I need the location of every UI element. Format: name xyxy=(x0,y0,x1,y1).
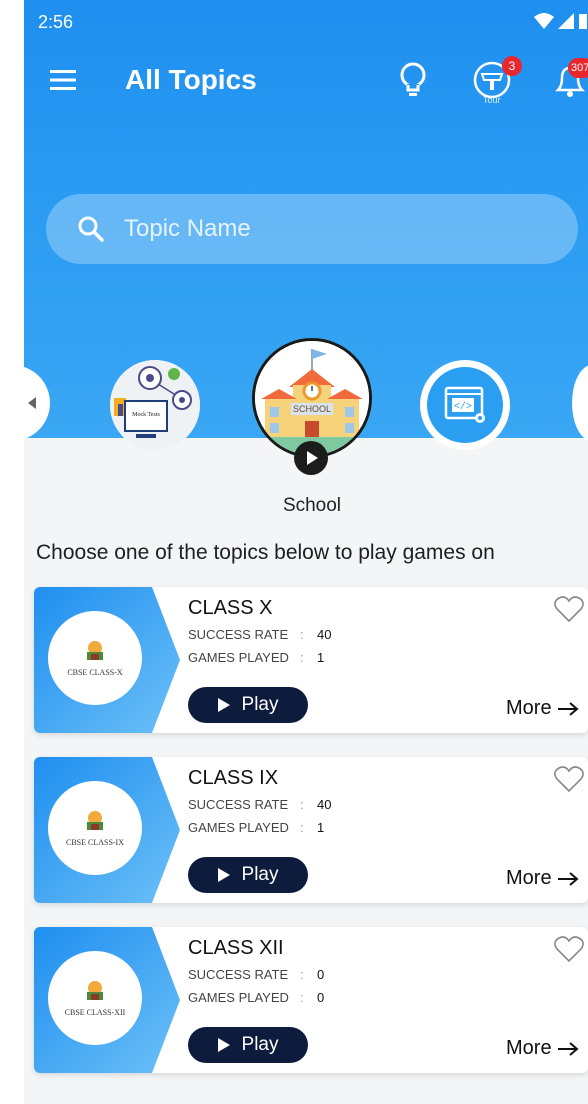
category-school[interactable]: SCHOOL xyxy=(252,338,372,458)
arrow-right-icon xyxy=(558,1041,579,1056)
more-label: More xyxy=(506,697,552,719)
code-icon: </> xyxy=(427,367,503,443)
stat-separator: : xyxy=(300,967,304,982)
menu-icon[interactable] xyxy=(50,70,76,90)
notification-badge: 307 xyxy=(568,58,588,78)
play-label: Play xyxy=(241,864,279,885)
topic-card[interactable]: CBSE CLASS-IX CLASS IX SUCCESS RATE : 40… xyxy=(34,757,588,903)
cbse-emblem-icon xyxy=(87,640,103,660)
mock-tests-icon: Mock Tests xyxy=(110,360,200,450)
more-label: More xyxy=(506,1037,552,1059)
topic-title: CLASS X xyxy=(188,597,273,619)
search-input[interactable] xyxy=(124,208,544,250)
category-mock-tests[interactable]: Mock Tests xyxy=(110,360,200,450)
play-button[interactable]: Play xyxy=(188,1027,308,1063)
school-sign: SCHOOL xyxy=(293,404,331,414)
category-coding[interactable]: </> xyxy=(420,360,510,450)
school-building-icon: SCHOOL xyxy=(255,341,369,455)
success-rate-label: SUCCESS RATE xyxy=(188,627,289,642)
play-category-button[interactable] xyxy=(294,441,328,475)
mock-tests-caption: Mock Tests xyxy=(132,412,160,418)
games-played-label: GAMES PLAYED xyxy=(188,990,289,1005)
topic-title: CLASS IX xyxy=(188,767,279,789)
stat-separator: : xyxy=(300,990,304,1005)
svg-text:</>: </> xyxy=(454,401,472,413)
signal-icon xyxy=(558,13,574,29)
instructions-text: Choose one of the topics below to play g… xyxy=(36,541,495,564)
success-rate-value: 0 xyxy=(317,967,325,982)
games-played-value: 0 xyxy=(317,990,325,1005)
play-icon xyxy=(217,868,230,882)
more-label: More xyxy=(506,867,552,889)
play-button[interactable]: Play xyxy=(188,857,308,893)
search-icon xyxy=(78,216,104,242)
tour-label: Tour xyxy=(483,95,501,105)
play-icon xyxy=(307,451,318,465)
topic-card[interactable]: CBSE CLASS-XII CLASS XII SUCCESS RATE : … xyxy=(34,927,588,1073)
success-rate-label: SUCCESS RATE xyxy=(188,967,289,982)
selected-category-label: School xyxy=(282,495,342,516)
wifi-icon xyxy=(534,13,554,29)
play-label: Play xyxy=(241,694,279,715)
thumb-caption: CBSE CLASS-XII xyxy=(64,1007,126,1017)
success-rate-value: 40 xyxy=(317,797,332,812)
stat-separator: : xyxy=(300,650,304,665)
cbse-logo: CBSE CLASS-IX xyxy=(48,781,142,875)
play-label: Play xyxy=(241,1034,279,1055)
topic-card[interactable]: CBSE CLASS-X CLASS X SUCCESS RATE : 40 G… xyxy=(34,587,588,733)
cbse-emblem-icon xyxy=(87,980,103,1000)
tour-badge: 3 xyxy=(502,56,522,76)
cbse-logo: CBSE CLASS-XII xyxy=(48,951,142,1045)
play-icon xyxy=(217,698,230,712)
games-played-label: GAMES PLAYED xyxy=(188,650,289,665)
more-link[interactable]: More xyxy=(506,867,579,890)
games-played-value: 1 xyxy=(317,650,325,665)
stat-separator: : xyxy=(300,627,304,642)
success-rate-value: 40 xyxy=(317,627,332,642)
thumb-caption: CBSE CLASS-IX xyxy=(65,837,124,847)
search-bar[interactable] xyxy=(46,194,578,264)
page-title: All Topics xyxy=(125,64,257,95)
battery-icon xyxy=(579,14,587,29)
arrow-right-icon xyxy=(558,701,579,716)
app-screen: 2:56 All Topics 3 Tour 307 Topic Name Mo… xyxy=(24,0,588,1104)
cbse-emblem-icon xyxy=(87,810,103,830)
lightbulb-icon[interactable] xyxy=(398,62,428,100)
stat-separator: : xyxy=(300,820,304,835)
heart-icon[interactable] xyxy=(554,765,584,793)
success-rate-label: SUCCESS RATE xyxy=(188,797,289,812)
thumb-caption: CBSE CLASS-X xyxy=(67,667,123,677)
status-icons xyxy=(534,12,588,30)
topic-title: CLASS XII xyxy=(188,937,284,959)
cbse-logo: CBSE CLASS-X xyxy=(48,611,142,705)
heart-icon[interactable] xyxy=(554,595,584,623)
heart-icon[interactable] xyxy=(554,935,584,963)
stat-separator: : xyxy=(300,797,304,812)
more-link[interactable]: More xyxy=(506,697,579,720)
more-link[interactable]: More xyxy=(506,1037,579,1060)
play-button[interactable]: Play xyxy=(188,687,308,723)
status-time: 2:56 xyxy=(38,12,74,32)
topic-thumbnail: CBSE CLASS-X xyxy=(34,587,190,733)
play-icon xyxy=(217,1038,230,1052)
topic-thumbnail: CBSE CLASS-XII xyxy=(34,927,190,1073)
games-played-value: 1 xyxy=(317,820,325,835)
games-played-label: GAMES PLAYED xyxy=(188,820,289,835)
topic-thumbnail: CBSE CLASS-IX xyxy=(34,757,190,903)
arrow-right-icon xyxy=(558,871,579,886)
